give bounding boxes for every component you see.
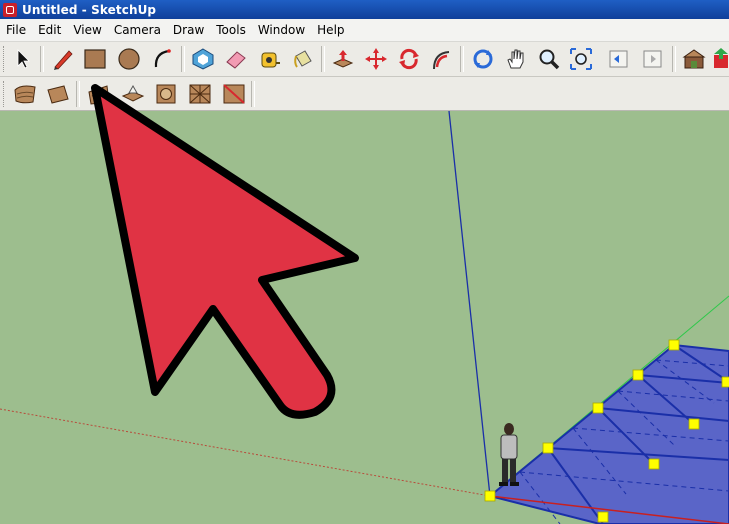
toolbar-separator bbox=[40, 46, 44, 72]
next-view-icon bbox=[643, 50, 662, 68]
red-axis-dotted bbox=[0, 408, 491, 497]
warehouse-button[interactable] bbox=[681, 46, 707, 72]
rotate-tool-button[interactable] bbox=[396, 46, 422, 72]
zoom-icon bbox=[539, 49, 560, 70]
title-bar: Untitled - SketchUp bbox=[0, 0, 729, 19]
eraser-icon bbox=[226, 51, 246, 69]
arc-icon bbox=[154, 49, 171, 68]
select-arrow-icon bbox=[17, 49, 30, 69]
sandbox-contours-icon bbox=[14, 85, 36, 104]
previous-view-button[interactable] bbox=[606, 46, 632, 72]
toolbar-separator bbox=[321, 46, 325, 72]
pencil-tool-button[interactable] bbox=[50, 46, 76, 72]
sketchup-app-icon bbox=[3, 2, 17, 17]
menu-window[interactable]: Window bbox=[252, 19, 311, 41]
toolbar-separator bbox=[76, 81, 80, 107]
vertex-marker bbox=[688, 418, 700, 430]
follow-me-button[interactable] bbox=[428, 46, 454, 72]
tape-measure-button[interactable] bbox=[257, 46, 283, 72]
vertex-marker bbox=[648, 458, 660, 470]
toolbar-grip[interactable] bbox=[3, 46, 7, 72]
rectangle-tool-button[interactable] bbox=[82, 46, 108, 72]
push-pull-button[interactable] bbox=[330, 46, 356, 72]
vertex-marker bbox=[592, 402, 604, 414]
pan-tool-button[interactable] bbox=[503, 46, 529, 72]
vertex-marker bbox=[668, 339, 680, 351]
window-title: Untitled - SketchUp bbox=[22, 2, 157, 17]
move-tool-button[interactable] bbox=[363, 46, 389, 72]
follow-me-icon bbox=[433, 51, 450, 70]
share-model-icon bbox=[714, 48, 728, 68]
push-pull-icon bbox=[332, 50, 354, 68]
menu-draw[interactable]: Draw bbox=[167, 19, 210, 41]
share-model-button[interactable] bbox=[709, 46, 729, 72]
previous-view-icon bbox=[609, 50, 628, 68]
vertex-marker bbox=[597, 511, 609, 523]
add-detail-icon bbox=[189, 84, 211, 104]
menu-camera[interactable]: Camera bbox=[108, 19, 167, 41]
menu-tools[interactable]: Tools bbox=[210, 19, 252, 41]
flip-edge-button[interactable] bbox=[221, 81, 247, 107]
sandbox-scratch-icon bbox=[47, 85, 69, 104]
sandbox-contours-button[interactable] bbox=[12, 81, 38, 107]
smoove-button[interactable] bbox=[86, 81, 112, 107]
warehouse-icon bbox=[682, 49, 706, 69]
drawing-viewport[interactable] bbox=[0, 111, 729, 524]
move-icon bbox=[365, 48, 387, 70]
vertex-marker bbox=[721, 376, 729, 388]
arc-tool-button[interactable] bbox=[150, 46, 176, 72]
drape-icon bbox=[156, 84, 176, 104]
toolbar-grip[interactable] bbox=[3, 81, 7, 107]
zoom-tool-button[interactable] bbox=[536, 46, 562, 72]
zoom-extents-icon bbox=[570, 48, 592, 70]
eraser-tool-button[interactable] bbox=[223, 46, 249, 72]
sandbox-grid-plane[interactable] bbox=[487, 343, 729, 524]
pan-hand-icon bbox=[507, 49, 524, 69]
scale-figure-person[interactable] bbox=[499, 423, 519, 486]
orbit-icon bbox=[473, 49, 493, 69]
vertex-marker bbox=[632, 369, 644, 381]
component-icon bbox=[192, 48, 214, 70]
rotate-icon bbox=[399, 48, 419, 70]
tape-measure-icon bbox=[261, 52, 280, 68]
smoove-icon bbox=[88, 85, 110, 105]
paint-bucket-icon bbox=[294, 50, 312, 68]
menu-view[interactable]: View bbox=[67, 19, 107, 41]
flip-edge-icon bbox=[223, 84, 245, 104]
orbit-tool-button[interactable] bbox=[470, 46, 496, 72]
menu-help[interactable]: Help bbox=[311, 19, 350, 41]
sandbox-scratch-button[interactable] bbox=[45, 81, 71, 107]
vertex-marker bbox=[542, 442, 554, 454]
toolbar-separator bbox=[460, 46, 464, 72]
toolbar-separator bbox=[251, 81, 255, 107]
drape-button[interactable] bbox=[153, 81, 179, 107]
pencil-icon bbox=[54, 50, 73, 70]
sandbox-toolbar bbox=[0, 77, 729, 111]
menu-file[interactable]: File bbox=[0, 19, 32, 41]
stamp-icon bbox=[121, 84, 145, 102]
circle-icon bbox=[118, 48, 140, 70]
menu-edit[interactable]: Edit bbox=[32, 19, 67, 41]
zoom-extents-button[interactable] bbox=[568, 46, 594, 72]
blue-axis bbox=[448, 111, 491, 497]
select-tool-button[interactable] bbox=[10, 46, 36, 72]
toolbar-separator bbox=[672, 46, 676, 72]
vertex-marker bbox=[484, 490, 496, 502]
scene-canvas[interactable] bbox=[0, 111, 729, 524]
rectangle-icon bbox=[84, 49, 106, 69]
toolbar-separator bbox=[181, 46, 185, 72]
add-detail-button[interactable] bbox=[187, 81, 213, 107]
circle-tool-button[interactable] bbox=[116, 46, 142, 72]
stamp-button[interactable] bbox=[120, 81, 146, 107]
paint-bucket-button[interactable] bbox=[290, 46, 316, 72]
menu-bar: File Edit View Camera Draw Tools Window … bbox=[0, 19, 729, 42]
main-toolbar bbox=[0, 42, 729, 77]
make-component-button[interactable] bbox=[190, 46, 216, 72]
next-view-button[interactable] bbox=[640, 46, 666, 72]
